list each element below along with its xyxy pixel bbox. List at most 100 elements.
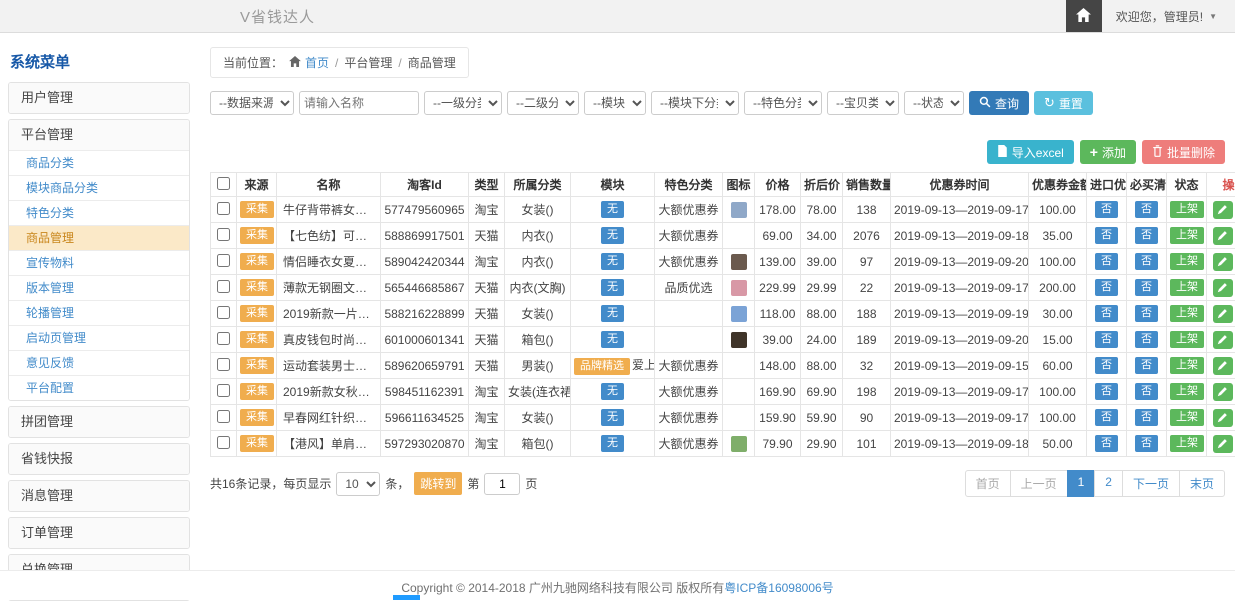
add-button[interactable]: + 添加 [1080, 140, 1136, 164]
edit-button[interactable] [1213, 331, 1233, 349]
sidebar-subitem-1-5[interactable]: 版本管理 [9, 275, 189, 300]
name-search-input[interactable] [299, 91, 419, 115]
sidebar-group: 省钱快报 [8, 443, 190, 475]
row-checkbox[interactable] [217, 332, 230, 345]
must-buy-toggle[interactable]: 否 [1135, 253, 1158, 270]
breadcrumb-home-link[interactable]: 首页 [289, 54, 329, 71]
icp-link[interactable]: 粤ICP备16098006号 [724, 581, 833, 595]
filter-level1-category[interactable]: --一级分类-- [424, 91, 502, 115]
sidebar-subitem-1-8[interactable]: 意见反馈 [9, 350, 189, 375]
home-button[interactable] [1066, 0, 1102, 32]
import-select-toggle[interactable]: 否 [1095, 331, 1118, 348]
row-checkbox[interactable] [217, 358, 230, 371]
filter-module-subcategory[interactable]: --模块下分类-- [651, 91, 739, 115]
must-buy-toggle[interactable]: 否 [1135, 331, 1158, 348]
edit-button[interactable] [1213, 435, 1233, 453]
search-button[interactable]: 查询 [969, 91, 1029, 115]
import-select-toggle[interactable]: 否 [1095, 201, 1118, 218]
select-all-checkbox[interactable] [217, 177, 230, 190]
row-checkbox[interactable] [217, 410, 230, 423]
sidebar-subitem-1-9[interactable]: 平台配置 [9, 375, 189, 400]
must-buy-toggle[interactable]: 否 [1135, 357, 1158, 374]
edit-button[interactable] [1213, 253, 1233, 271]
must-buy-toggle[interactable]: 否 [1135, 383, 1158, 400]
status-toggle[interactable]: 上架 [1170, 305, 1204, 322]
import-select-toggle[interactable]: 否 [1095, 357, 1118, 374]
must-buy-toggle[interactable]: 否 [1135, 435, 1158, 452]
must-buy-toggle[interactable]: 否 [1135, 279, 1158, 296]
status-toggle[interactable]: 上架 [1170, 253, 1204, 270]
sidebar-item-1[interactable]: 平台管理 [9, 120, 189, 150]
row-checkbox[interactable] [217, 436, 230, 449]
page-button-3[interactable]: 2 [1094, 470, 1123, 497]
sidebar-subitem-1-7[interactable]: 启动页管理 [9, 325, 189, 350]
sidebar-item-3[interactable]: 省钱快报 [9, 444, 189, 474]
page-button-5[interactable]: 末页 [1179, 470, 1225, 497]
sidebar-subitem-1-1[interactable]: 模块商品分类 [9, 175, 189, 200]
row-checkbox[interactable] [217, 202, 230, 215]
column-header-6: 模块 [571, 173, 655, 197]
status-toggle[interactable]: 上架 [1170, 435, 1204, 452]
column-header-11: 销售数量 [843, 173, 891, 197]
import-select-toggle[interactable]: 否 [1095, 435, 1118, 452]
sidebar-item-2[interactable]: 拼团管理 [9, 407, 189, 437]
edit-button[interactable] [1213, 357, 1233, 375]
sidebar-subitem-1-2[interactable]: 特色分类 [9, 200, 189, 225]
jump-button[interactable]: 跳转到 [414, 472, 462, 495]
sidebar-subitem-1-3[interactable]: 商品管理 [9, 225, 189, 250]
page-button-4[interactable]: 下一页 [1122, 470, 1180, 497]
sidebar-item-0[interactable]: 用户管理 [9, 83, 189, 113]
status-toggle[interactable]: 上架 [1170, 409, 1204, 426]
edit-button[interactable] [1213, 227, 1233, 245]
page-size-select[interactable]: 10 [336, 472, 380, 496]
filter-module[interactable]: --模块-- [584, 91, 646, 115]
column-header-5: 所属分类 [505, 173, 571, 197]
import-select-toggle[interactable]: 否 [1095, 253, 1118, 270]
batch-delete-button[interactable]: 批量删除 [1142, 140, 1225, 164]
row-checkbox[interactable] [217, 254, 230, 267]
import-select-toggle[interactable]: 否 [1095, 409, 1118, 426]
edit-button[interactable] [1213, 279, 1233, 297]
edit-button[interactable] [1213, 383, 1233, 401]
status-toggle[interactable]: 上架 [1170, 331, 1204, 348]
row-checkbox[interactable] [217, 228, 230, 241]
edit-button[interactable] [1213, 409, 1233, 427]
status-toggle[interactable]: 上架 [1170, 201, 1204, 218]
status-toggle[interactable]: 上架 [1170, 279, 1204, 296]
sidebar-item-5[interactable]: 订单管理 [9, 518, 189, 548]
row-checkbox[interactable] [217, 306, 230, 319]
row-checkbox[interactable] [217, 280, 230, 293]
import-select-toggle[interactable]: 否 [1095, 227, 1118, 244]
import-excel-button[interactable]: 导入excel [987, 140, 1074, 164]
user-menu[interactable]: 欢迎您，管理员! ▼ [1102, 0, 1235, 32]
filter-status[interactable]: --状态-- [904, 91, 964, 115]
filter-item-type[interactable]: --宝贝类型-- [827, 91, 899, 115]
row-checkbox[interactable] [217, 384, 230, 397]
sidebar-subitem-1-6[interactable]: 轮播管理 [9, 300, 189, 325]
must-buy-toggle[interactable]: 否 [1135, 227, 1158, 244]
page-button-1[interactable]: 上一页 [1010, 470, 1068, 497]
sidebar-subitem-1-0[interactable]: 商品分类 [9, 150, 189, 175]
reset-button[interactable]: ↻ 重置 [1034, 91, 1093, 115]
page-button-2[interactable]: 1 [1067, 470, 1096, 497]
status-toggle[interactable]: 上架 [1170, 383, 1204, 400]
edit-button[interactable] [1213, 201, 1233, 219]
coupon-amount: 100.00 [1039, 411, 1076, 425]
sidebar-item-4[interactable]: 消息管理 [9, 481, 189, 511]
edit-button[interactable] [1213, 305, 1233, 323]
import-select-toggle[interactable]: 否 [1095, 279, 1118, 296]
filter-level2-category[interactable]: --二级分类-- [507, 91, 579, 115]
status-toggle[interactable]: 上架 [1170, 227, 1204, 244]
page-button-0[interactable]: 首页 [965, 470, 1011, 497]
bottom-scrollbar-thumb[interactable] [393, 595, 420, 600]
import-select-toggle[interactable]: 否 [1095, 383, 1118, 400]
filter-data-source[interactable]: --数据来源-- [210, 91, 294, 115]
must-buy-toggle[interactable]: 否 [1135, 409, 1158, 426]
sidebar-subitem-1-4[interactable]: 宣传物料 [9, 250, 189, 275]
filter-special-category[interactable]: --特色分类-- [744, 91, 822, 115]
status-toggle[interactable]: 上架 [1170, 357, 1204, 374]
import-select-toggle[interactable]: 否 [1095, 305, 1118, 322]
must-buy-toggle[interactable]: 否 [1135, 201, 1158, 218]
must-buy-toggle[interactable]: 否 [1135, 305, 1158, 322]
page-number-input[interactable] [484, 473, 520, 495]
